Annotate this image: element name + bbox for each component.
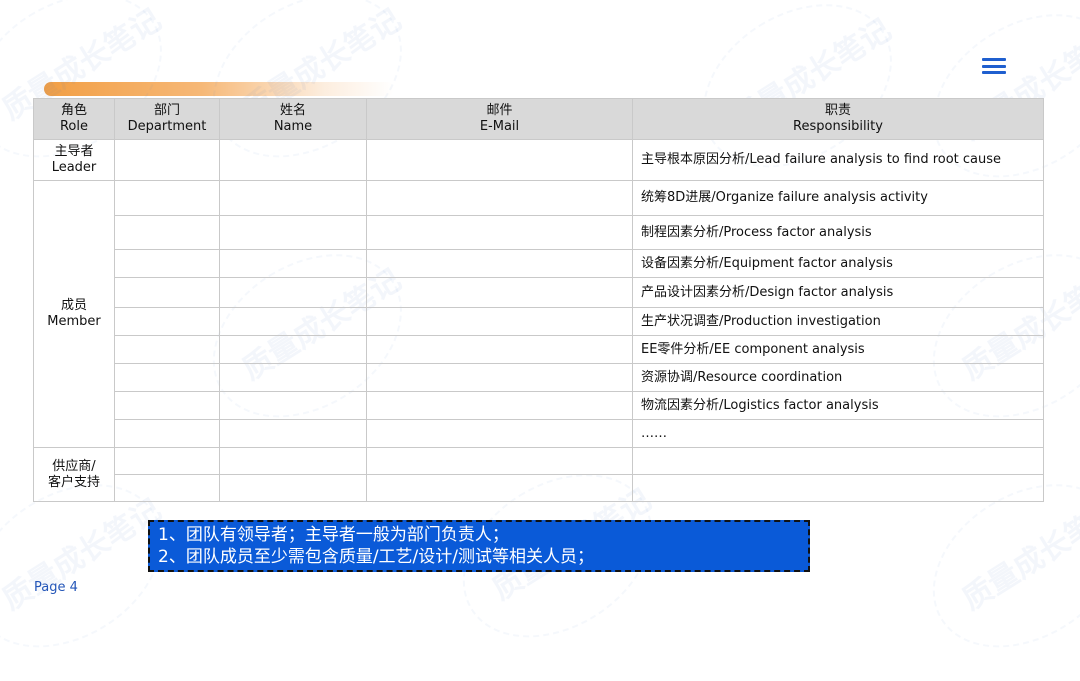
department-cell[interactable] — [114, 249, 220, 278]
responsibility-cell: 统筹8D进展/Organize failure analysis activit… — [632, 180, 1044, 216]
department-cell[interactable] — [114, 419, 220, 448]
responsibility-cell: 主导根本原因分析/Lead failure analysis to find r… — [632, 139, 1044, 181]
header-responsibility: 职责 Responsibility — [632, 98, 1044, 140]
department-cell[interactable] — [114, 363, 220, 392]
name-cell[interactable] — [219, 139, 367, 181]
table-row: 成员 Member 统筹8D进展/Organize failure analys… — [33, 180, 1044, 448]
email-cell[interactable] — [366, 419, 633, 448]
responsibility-cell: 制程因素分析/Process factor analysis — [632, 215, 1044, 250]
team-notes-box: 1、团队有领导者；主导者一般为部门负责人； 2、团队成员至少需包含质量/工艺/设… — [148, 520, 810, 572]
role-cell-member: 成员 Member — [33, 180, 115, 448]
role-cell-leader: 主导者 Leader — [33, 139, 115, 181]
responsibility-cell: 生产状况调查/Production investigation — [632, 307, 1044, 336]
table-row: 资源协调/Resource coordination — [34, 363, 1044, 392]
name-cell[interactable] — [219, 277, 367, 308]
responsibility-cell[interactable] — [632, 474, 1044, 502]
header-email: 邮件 E-Mail — [366, 98, 633, 140]
name-cell[interactable] — [219, 249, 367, 278]
name-cell[interactable] — [219, 447, 367, 475]
email-cell[interactable] — [366, 474, 633, 502]
email-cell[interactable] — [366, 447, 633, 475]
responsibility-cell: …… — [632, 419, 1044, 448]
name-cell[interactable] — [219, 307, 367, 336]
table-row: 设备因素分析/Equipment factor analysis — [34, 249, 1044, 278]
responsibility-cell: 设备因素分析/Equipment factor analysis — [632, 249, 1044, 278]
department-cell[interactable] — [114, 215, 220, 250]
menu-icon[interactable] — [982, 58, 1006, 74]
table-header-row: 角色 Role 部门 Department 姓名 Name 邮件 E-Mail … — [33, 98, 1044, 140]
email-cell[interactable] — [366, 307, 633, 336]
name-cell[interactable] — [219, 391, 367, 420]
note-line-2: 2、团队成员至少需包含质量/工艺/设计/测试等相关人员； — [158, 547, 594, 567]
email-cell[interactable] — [366, 180, 633, 216]
responsibility-cell: 资源协调/Resource coordination — [632, 363, 1044, 392]
responsibility-cell: EE零件分析/EE component analysis — [632, 335, 1044, 364]
name-cell[interactable] — [219, 419, 367, 448]
department-cell[interactable] — [114, 307, 220, 336]
email-cell[interactable] — [366, 139, 633, 181]
table-row: 生产状况调查/Production investigation — [34, 307, 1044, 336]
department-cell[interactable] — [114, 474, 220, 502]
role-cell-supplier: 供应商/ 客户支持 — [33, 447, 115, 502]
department-cell[interactable] — [114, 180, 220, 216]
responsibility-cell: 产品设计因素分析/Design factor analysis — [632, 277, 1044, 308]
table-row: 产品设计因素分析/Design factor analysis — [34, 277, 1044, 308]
note-line-1: 1、团队有领导者；主导者一般为部门负责人； — [158, 525, 509, 545]
name-cell[interactable] — [219, 363, 367, 392]
table-row: 制程因素分析/Process factor analysis — [34, 215, 1044, 250]
email-cell[interactable] — [366, 391, 633, 420]
department-cell[interactable] — [114, 335, 220, 364]
email-cell[interactable] — [366, 249, 633, 278]
name-cell[interactable] — [219, 180, 367, 216]
page-number: Page 4 — [34, 580, 78, 595]
header-role: 角色 Role — [33, 98, 115, 140]
department-cell[interactable] — [114, 139, 220, 181]
email-cell[interactable] — [366, 335, 633, 364]
title-accent-bar — [44, 82, 394, 96]
table-row: …… — [34, 419, 1044, 448]
table-row: EE零件分析/EE component analysis — [34, 335, 1044, 364]
table-row: 供应商/ 客户支持 — [33, 447, 1044, 502]
department-cell[interactable] — [114, 277, 220, 308]
team-roster-table: 角色 Role 部门 Department 姓名 Name 邮件 E-Mail … — [33, 98, 1044, 502]
department-cell[interactable] — [114, 447, 220, 475]
responsibility-cell[interactable] — [632, 447, 1044, 475]
table-row — [34, 474, 1044, 502]
name-cell[interactable] — [219, 474, 367, 502]
email-cell[interactable] — [366, 215, 633, 250]
email-cell[interactable] — [366, 277, 633, 308]
header-name: 姓名 Name — [219, 98, 367, 140]
name-cell[interactable] — [219, 215, 367, 250]
watermark-logo: 质量成长笔记 — [952, 486, 1080, 619]
name-cell[interactable] — [219, 335, 367, 364]
header-department: 部门 Department — [114, 98, 220, 140]
table-row: 主导者 Leader 主导根本原因分析/Lead failure analysi… — [33, 139, 1044, 181]
email-cell[interactable] — [366, 363, 633, 392]
watermark-logo: 质量成长笔记 — [0, 486, 168, 619]
table-row: 物流因素分析/Logistics factor analysis — [34, 391, 1044, 420]
responsibility-cell: 物流因素分析/Logistics factor analysis — [632, 391, 1044, 420]
department-cell[interactable] — [114, 391, 220, 420]
